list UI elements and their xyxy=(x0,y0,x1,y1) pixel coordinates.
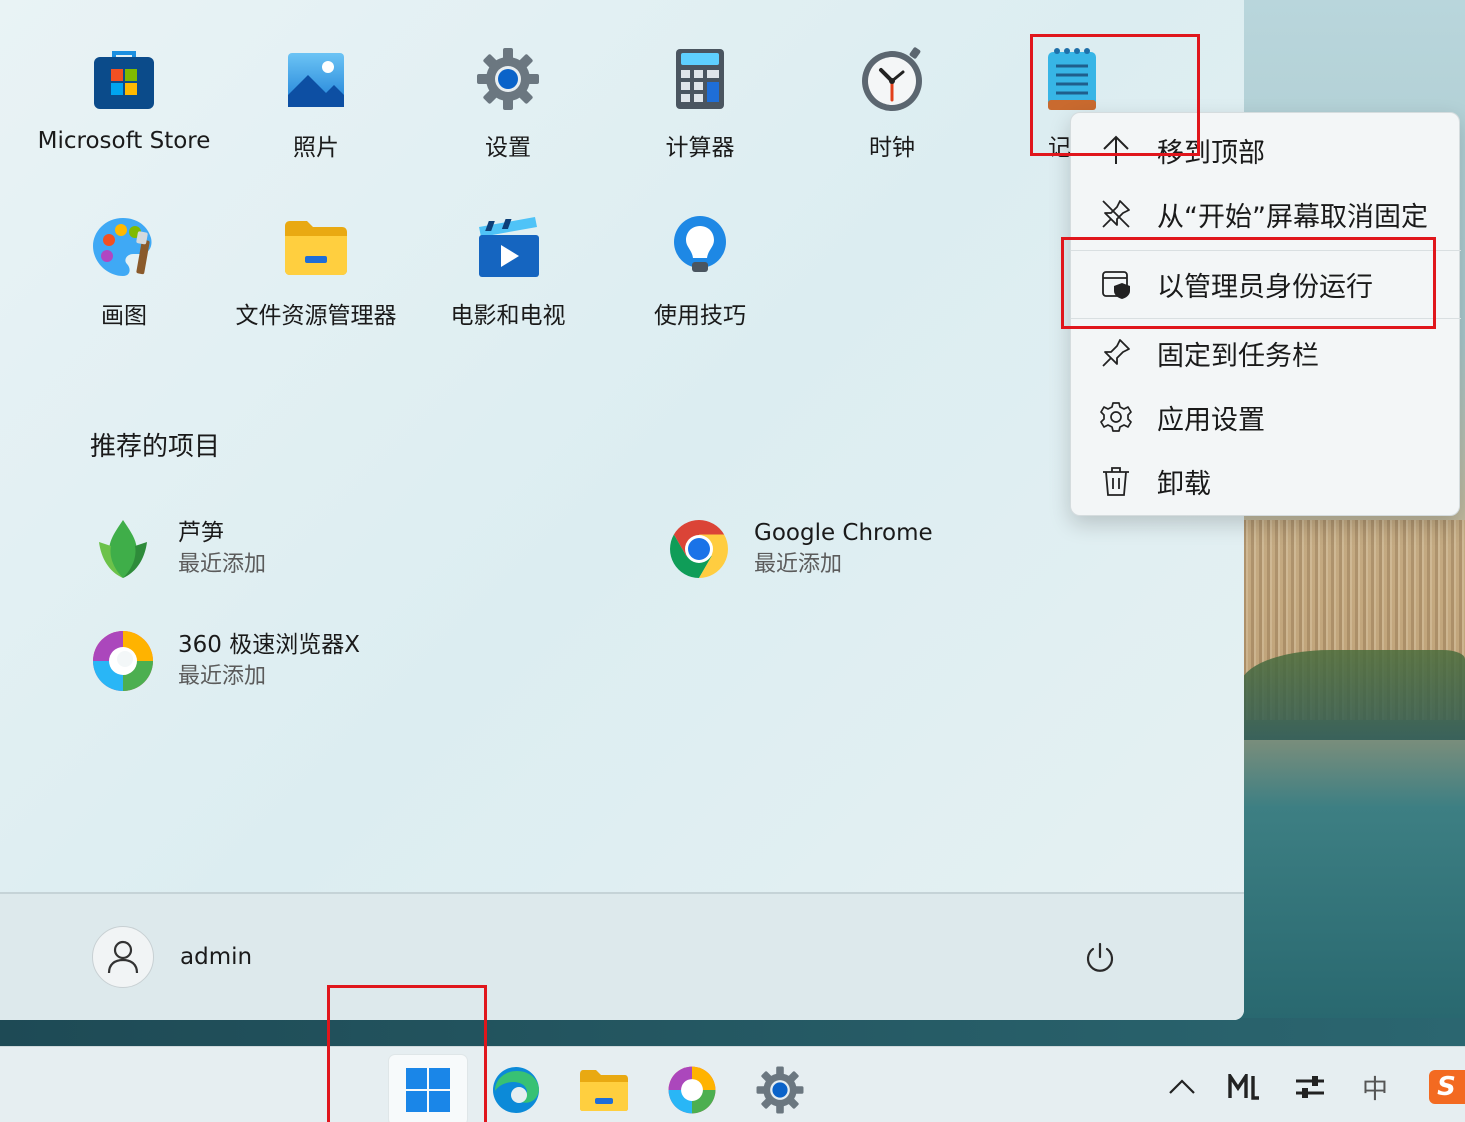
wallpaper-water xyxy=(0,1018,1465,1048)
menu-item-uninstall[interactable]: 卸载 xyxy=(1071,451,1461,511)
recommended-item-subtitle: 最近添加 xyxy=(754,552,843,577)
notepad-icon xyxy=(1037,44,1107,114)
taskbar-file-explorer-button[interactable] xyxy=(565,1055,643,1122)
menu-item-label: 卸载 xyxy=(1157,468,1211,500)
tray-settings-sliders-button[interactable] xyxy=(1290,1067,1330,1107)
menu-item-label: 固定到任务栏 xyxy=(1157,340,1319,372)
start-menu: Microsoft Store 照片 设置 计算器 时钟 记 画图 文件资源管理… xyxy=(0,0,1244,1020)
taskbar-settings-button[interactable] xyxy=(741,1055,819,1122)
recommended-title: 推荐的项目 xyxy=(90,432,221,462)
recommended-item-name: 芦笋 xyxy=(178,520,224,546)
pinned-app-label: 设置 xyxy=(485,135,531,161)
pin-icon xyxy=(1099,336,1133,370)
user-name: admin xyxy=(180,944,253,970)
pinned-app-settings[interactable]: 设置 xyxy=(413,44,603,162)
360-browser-icon xyxy=(668,1066,716,1114)
recommended-item-name: 360 极速浏览器X xyxy=(178,632,360,658)
menu-separator xyxy=(1071,318,1461,319)
unpin-icon xyxy=(1099,197,1133,231)
pinned-app-clock[interactable]: 时钟 xyxy=(797,44,987,162)
power-button[interactable] xyxy=(1080,938,1120,978)
tray-app-button[interactable] xyxy=(1224,1067,1264,1107)
start-icon xyxy=(406,1068,450,1112)
recommended-item-subtitle: 最近添加 xyxy=(178,664,267,689)
file-explorer-icon xyxy=(281,212,351,282)
paint-icon xyxy=(89,212,159,282)
sogou-label: S xyxy=(1437,1072,1456,1102)
recommended-item-name: Google Chrome xyxy=(754,520,933,546)
taskbar-start-button[interactable] xyxy=(389,1055,467,1122)
calculator-icon xyxy=(665,44,735,114)
tray-ime-button[interactable]: 中 xyxy=(1355,1067,1395,1107)
pinned-app-label: 文件资源管理器 xyxy=(235,303,397,329)
menu-item-unpin-from-start[interactable]: 从“开始”屏幕取消固定 xyxy=(1071,184,1461,244)
asparagus-icon xyxy=(90,516,156,582)
tray-overflow-button[interactable] xyxy=(1162,1067,1202,1107)
microsoft-store-icon xyxy=(89,44,159,114)
menu-item-pin-to-taskbar[interactable]: 固定到任务栏 xyxy=(1071,323,1461,383)
menu-item-move-to-top[interactable]: 移到顶部 xyxy=(1071,120,1461,180)
pinned-app-calculator[interactable]: 计算器 xyxy=(605,44,795,162)
run-as-admin-icon xyxy=(1099,267,1133,301)
gear-icon xyxy=(1099,400,1133,434)
menu-item-label: 以管理员身份运行 xyxy=(1157,271,1373,303)
pinned-app-label: 照片 xyxy=(293,135,339,161)
pinned-app-label: 计算器 xyxy=(665,135,735,161)
pinned-app-label: Microsoft Store xyxy=(37,128,211,154)
pinned-app-paint[interactable]: 画图 xyxy=(29,212,219,330)
chrome-icon xyxy=(666,516,732,582)
pinned-app-file-explorer[interactable]: 文件资源管理器 xyxy=(221,212,411,330)
settings-gear-icon xyxy=(473,44,543,114)
context-menu: 移到顶部 从“开始”屏幕取消固定 以管理员身份运行 固定到任务栏 应用设置 卸载 xyxy=(1070,112,1461,516)
pinned-app-photos[interactable]: 照片 xyxy=(221,44,411,162)
tray-sogou-button[interactable]: S xyxy=(1428,1067,1465,1107)
recommended-item-google-chrome[interactable]: Google Chrome 最近添加 xyxy=(666,516,933,582)
tray-m-icon xyxy=(1228,1074,1259,1100)
recommended-item-asparagus[interactable]: 芦笋 最近添加 xyxy=(90,516,266,582)
chevron-up-icon xyxy=(1169,1079,1195,1094)
pinned-app-tips[interactable]: 使用技巧 xyxy=(605,212,795,330)
user-icon xyxy=(107,940,139,974)
settings-gear-icon xyxy=(756,1066,804,1114)
menu-item-label: 从“开始”屏幕取消固定 xyxy=(1157,201,1428,233)
menu-separator xyxy=(1071,250,1461,251)
pinned-app-label: 使用技巧 xyxy=(654,303,746,329)
movies-tv-icon xyxy=(473,212,543,282)
menu-item-app-settings[interactable]: 应用设置 xyxy=(1071,387,1461,447)
photos-icon xyxy=(281,44,351,114)
user-account-button[interactable]: admin xyxy=(92,926,252,988)
pinned-app-microsoft-store[interactable]: Microsoft Store xyxy=(29,44,219,154)
wallpaper-grass xyxy=(1240,650,1465,740)
taskbar-edge-button[interactable] xyxy=(477,1055,555,1122)
clock-icon xyxy=(857,44,927,114)
edge-icon xyxy=(493,1067,539,1113)
arrow-up-icon xyxy=(1099,133,1133,167)
taskbar: 中 S xyxy=(0,1046,1465,1122)
file-explorer-icon xyxy=(580,1070,628,1111)
sliders-icon xyxy=(1296,1076,1324,1098)
pinned-app-label: 画图 xyxy=(101,303,147,329)
sogou-icon: S xyxy=(1428,1070,1465,1104)
menu-item-run-as-admin[interactable]: 以管理员身份运行 xyxy=(1071,254,1461,314)
taskbar-360-browser-button[interactable] xyxy=(653,1055,731,1122)
360-browser-icon xyxy=(90,628,156,694)
pinned-app-movies-tv[interactable]: 电影和电视 xyxy=(413,212,603,330)
menu-item-label: 移到顶部 xyxy=(1157,137,1265,169)
trash-icon xyxy=(1099,464,1133,498)
power-icon xyxy=(1086,942,1114,972)
ime-label: 中 xyxy=(1361,1074,1388,1105)
recommended-item-subtitle: 最近添加 xyxy=(178,552,267,577)
avatar xyxy=(92,926,154,988)
recommended-item-360-browser[interactable]: 360 极速浏览器X 最近添加 xyxy=(90,628,360,694)
pinned-app-label: 电影和电视 xyxy=(450,303,566,329)
tips-icon xyxy=(665,212,735,282)
menu-item-label: 应用设置 xyxy=(1157,404,1265,436)
pinned-app-label: 时钟 xyxy=(869,135,915,161)
